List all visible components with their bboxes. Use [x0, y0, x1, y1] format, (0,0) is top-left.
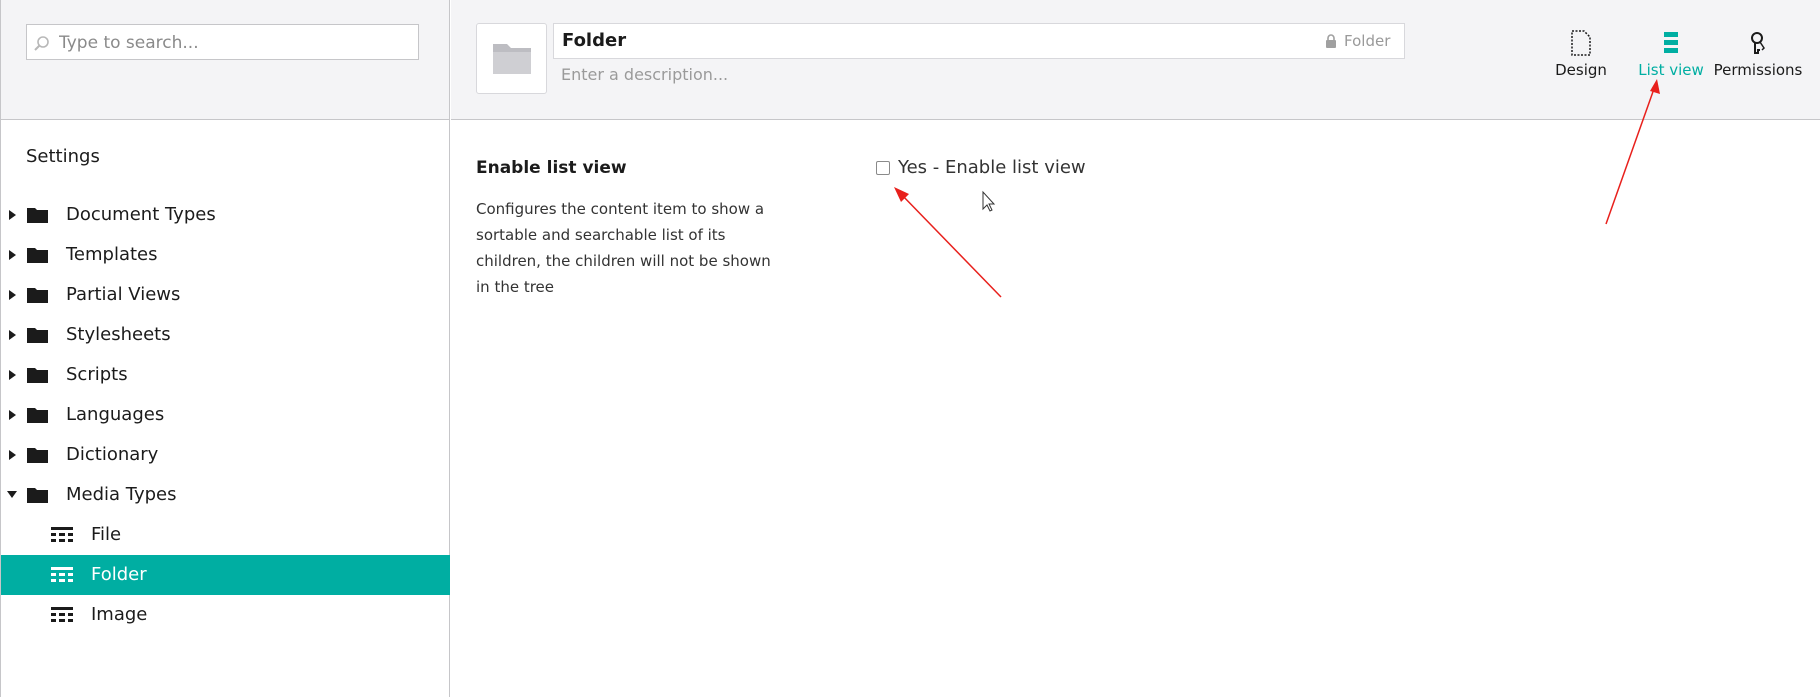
tree-item-label: Folder [91, 564, 147, 585]
caret-right-icon[interactable] [9, 250, 17, 260]
tree-item-label: Partial Views [66, 284, 181, 305]
enable-list-view-checkbox[interactable] [876, 161, 890, 175]
folder-icon [27, 288, 48, 303]
tab-permissions[interactable]: Permissions [1713, 30, 1803, 79]
tree-item-label: Image [91, 604, 148, 625]
tree-item-languages[interactable]: Languages [1, 395, 450, 435]
tab-label: Permissions [1713, 61, 1803, 79]
alias-value: Folder [1344, 32, 1391, 50]
property-label: Enable list view [476, 158, 627, 178]
description-field[interactable]: Enter a description... [561, 65, 728, 84]
tree-item-label: Media Types [66, 484, 177, 505]
settings-tree: Document Types Templates Partial Views S… [1, 195, 450, 635]
folder-icon [27, 328, 48, 343]
document-icon [1571, 30, 1591, 56]
tree-item-media-types[interactable]: Media Types [1, 475, 450, 515]
sidebar: Settings Document Types Templates Partia… [0, 0, 450, 697]
sidebar-search-area [1, 0, 449, 120]
caret-right-icon[interactable] [9, 290, 17, 300]
tab-label: Design [1555, 61, 1607, 79]
lock-icon[interactable] [1325, 34, 1337, 48]
caret-down-icon[interactable] [7, 491, 17, 499]
tree-item-label: Dictionary [66, 444, 159, 465]
tab-label: List view [1638, 61, 1704, 79]
tree-item-scripts[interactable]: Scripts [1, 355, 450, 395]
grid-icon [51, 567, 73, 582]
icon-picker[interactable] [476, 23, 547, 94]
tree-section-title: Settings [26, 146, 100, 167]
checkbox-label[interactable]: Yes - Enable list view [898, 157, 1086, 178]
tree-item-label: Templates [66, 244, 158, 265]
tree-item-partial-views[interactable]: Partial Views [1, 275, 450, 315]
tree-item-templates[interactable]: Templates [1, 235, 450, 275]
tree-item-label: File [91, 524, 122, 545]
tree-item-dictionary[interactable]: Dictionary [1, 435, 450, 475]
tree-item-label: Languages [66, 404, 165, 425]
folder-icon [27, 448, 48, 463]
tab-design[interactable]: Design [1551, 30, 1611, 79]
folder-icon [27, 488, 48, 503]
editor-header: Folder Folder Enter a description... Des… [451, 0, 1820, 120]
search-box[interactable] [26, 24, 419, 60]
search-icon [34, 36, 49, 51]
caret-right-icon[interactable] [9, 330, 17, 340]
folder-icon [493, 44, 531, 74]
caret-right-icon[interactable] [9, 410, 17, 420]
tree-item-file[interactable]: File [1, 515, 450, 555]
property-description: Configures the content item to show a so… [476, 200, 771, 296]
tree-item-image[interactable]: Image [1, 595, 450, 635]
name-value[interactable]: Folder [562, 30, 626, 51]
tree-item-label: Document Types [66, 204, 216, 225]
tree-item-label: Scripts [66, 364, 128, 385]
editor-content: Enable list view Configures the content … [451, 121, 1820, 697]
grid-icon [51, 607, 73, 622]
folder-icon [27, 408, 48, 423]
search-input[interactable] [57, 27, 411, 59]
name-field[interactable]: Folder Folder [553, 23, 1405, 59]
folder-icon [27, 248, 48, 263]
caret-right-icon[interactable] [9, 450, 17, 460]
folder-icon [27, 368, 48, 383]
tree-item-document-types[interactable]: Document Types [1, 195, 450, 235]
keys-icon [1751, 32, 1765, 54]
grid-icon [51, 527, 73, 542]
tree-item-label: Stylesheets [66, 324, 171, 345]
tree-item-folder[interactable]: Folder [1, 555, 450, 595]
tab-list-view[interactable]: List view [1631, 30, 1711, 79]
folder-icon [27, 208, 48, 223]
list-icon [1664, 32, 1678, 53]
caret-right-icon[interactable] [9, 370, 17, 380]
tree-item-stylesheets[interactable]: Stylesheets [1, 315, 450, 355]
caret-right-icon[interactable] [9, 210, 17, 220]
